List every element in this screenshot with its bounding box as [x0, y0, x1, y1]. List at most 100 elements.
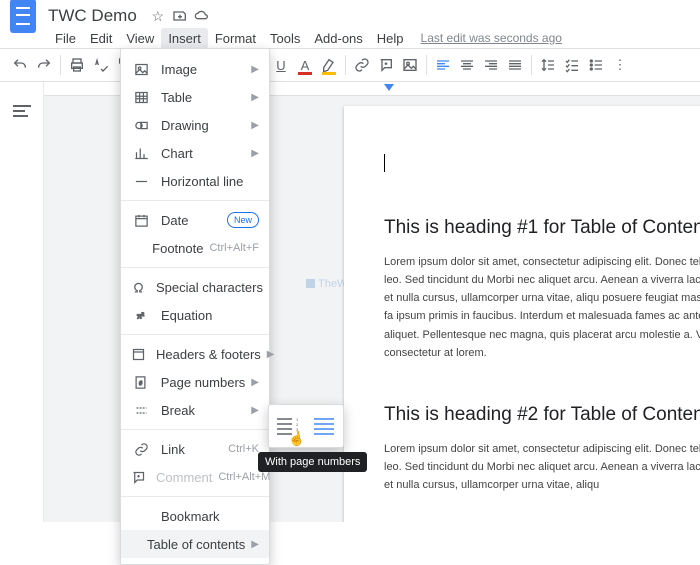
menu-item-label: Special characters — [156, 280, 263, 295]
menu-item-label: Bookmark — [161, 509, 259, 524]
menu-item-drawing[interactable]: Drawing▶ — [121, 111, 269, 139]
align-right-button[interactable] — [479, 52, 503, 78]
menu-separator — [121, 200, 269, 201]
omega-icon — [131, 280, 146, 295]
shortcut-label: Ctrl+Alt+F — [209, 242, 259, 254]
menu-item-label: Break — [161, 403, 245, 418]
menu-item-date[interactable]: DateNew — [121, 206, 269, 234]
header-icon — [131, 347, 146, 362]
text-color-button[interactable]: A — [293, 52, 317, 78]
menu-separator — [121, 267, 269, 268]
submenu-arrow-icon: ▶ — [251, 377, 259, 388]
left-sidebar — [0, 82, 44, 522]
shortcut-label: Ctrl+K — [228, 443, 259, 455]
menu-separator — [121, 334, 269, 335]
menu-item-break[interactable]: Break▶ — [121, 396, 269, 424]
menu-item-label: Comment — [156, 470, 212, 485]
bulleted-list-button[interactable] — [584, 52, 608, 78]
menu-item-label: Footnote — [152, 241, 203, 256]
star-icon[interactable]: ☆ — [150, 8, 166, 24]
comment-icon — [131, 470, 146, 485]
menu-item-label: Equation — [161, 308, 259, 323]
shortcut-label: Ctrl+Alt+M — [218, 471, 270, 483]
cloud-status-icon[interactable] — [194, 8, 210, 24]
align-center-button[interactable] — [455, 52, 479, 78]
menu-item-label: Image — [161, 62, 245, 77]
last-edit-link[interactable]: Last edit was seconds ago — [421, 31, 562, 45]
menu-item-label: Drawing — [161, 118, 245, 133]
spellcheck-button[interactable] — [89, 52, 113, 78]
insert-image-button[interactable] — [398, 52, 422, 78]
menu-help[interactable]: Help — [370, 28, 411, 49]
submenu-arrow-icon: ▶ — [267, 349, 275, 360]
submenu-arrow-icon: ▶ — [251, 539, 259, 550]
align-justify-button[interactable] — [503, 52, 527, 78]
menu-add-ons[interactable]: Add-ons — [307, 28, 369, 49]
paragraph[interactable]: Lorem ipsum dolor sit amet, consectetur … — [384, 253, 700, 362]
drawing-icon — [131, 118, 151, 133]
pi-icon: π² — [131, 308, 151, 323]
insert-link-button[interactable] — [350, 52, 374, 78]
menu-item-label: Headers & footers — [156, 347, 261, 362]
date-icon — [131, 213, 151, 228]
tooltip: With page numbers — [258, 452, 367, 472]
doc-title[interactable]: TWC Demo — [48, 6, 137, 26]
menu-view[interactable]: View — [119, 28, 161, 49]
insert-dropdown[interactable]: Image▶Table▶Drawing▶Chart▶Horizontal lin… — [120, 48, 270, 565]
line-spacing-button[interactable] — [536, 52, 560, 78]
menu-item-label: Link — [161, 442, 222, 457]
menu-item-chart[interactable]: Chart▶ — [121, 139, 269, 167]
align-left-button[interactable] — [431, 52, 455, 78]
heading-1[interactable]: This is heading #1 for Table of Contents — [384, 217, 700, 239]
menu-item-image[interactable]: Image ▶ — [121, 55, 269, 83]
title-bar: TWC Demo ☆ — [0, 0, 700, 26]
toc-with-links-option[interactable] — [311, 412, 339, 440]
menu-item-horizontal-line[interactable]: Horizontal line — [121, 167, 269, 195]
table-icon — [131, 90, 151, 105]
highlight-button[interactable] — [317, 52, 341, 78]
svg-text:#: # — [140, 381, 143, 387]
break-icon — [131, 403, 151, 418]
submenu-arrow-icon: ▶ — [251, 92, 259, 103]
indent-marker-icon[interactable] — [384, 84, 394, 91]
menu-item-link[interactable]: Link Ctrl+K — [121, 435, 269, 463]
menu-item-comment: Comment Ctrl+Alt+M — [121, 463, 269, 491]
menu-item-bookmark[interactable]: Bookmark — [121, 502, 269, 530]
document-page[interactable]: This is heading #1 for Table of Contents… — [344, 106, 700, 522]
menu-file[interactable]: File — [48, 28, 83, 49]
add-comment-button[interactable] — [374, 52, 398, 78]
menu-bar: FileEditViewInsertFormatToolsAdd-onsHelp… — [0, 26, 700, 48]
toolbar-more-button[interactable]: ⋮ — [608, 52, 632, 78]
heading-2[interactable]: This is heading #2 for Table of Contents — [384, 404, 700, 426]
checklist-button[interactable] — [560, 52, 584, 78]
menu-separator — [121, 429, 269, 430]
pagenum-icon: # — [131, 375, 151, 390]
menu-item-footnote[interactable]: Footnote Ctrl+Alt+F — [121, 234, 269, 262]
undo-button[interactable] — [8, 52, 32, 78]
toolbar: – 11 + B I U A ⋮ — [0, 48, 700, 82]
docs-logo-icon[interactable] — [10, 0, 36, 33]
menu-item-table[interactable]: Table ▶ — [121, 83, 269, 111]
outline-icon[interactable] — [13, 102, 31, 116]
menu-item-label: Horizontal line — [161, 174, 259, 189]
menu-item-equation[interactable]: π² Equation — [121, 301, 269, 329]
menu-item-special-characters[interactable]: Special characters — [121, 273, 269, 301]
menu-item-label: Table — [161, 90, 245, 105]
menu-format[interactable]: Format — [208, 28, 263, 49]
submenu-arrow-icon: ▶ — [251, 64, 259, 75]
menu-tools[interactable]: Tools — [263, 28, 307, 49]
underline-button[interactable]: U — [269, 52, 293, 78]
menu-item-headers-footers[interactable]: Headers & footers▶ — [121, 340, 269, 368]
menu-item-label: Table of contents — [147, 537, 245, 552]
menu-edit[interactable]: Edit — [83, 28, 119, 49]
paragraph[interactable]: Lorem ipsum dolor sit amet, consectetur … — [384, 440, 700, 494]
menu-insert[interactable]: Insert — [161, 28, 208, 49]
redo-button[interactable] — [32, 52, 56, 78]
menu-item-label: Chart — [161, 146, 245, 161]
menu-item-page-numbers[interactable]: #Page numbers▶ — [121, 368, 269, 396]
print-button[interactable] — [65, 52, 89, 78]
chart-icon — [131, 146, 151, 161]
move-icon[interactable] — [172, 8, 188, 24]
menu-separator — [121, 496, 269, 497]
menu-item-table-of-contents[interactable]: Table of contents ▶ — [121, 530, 269, 558]
